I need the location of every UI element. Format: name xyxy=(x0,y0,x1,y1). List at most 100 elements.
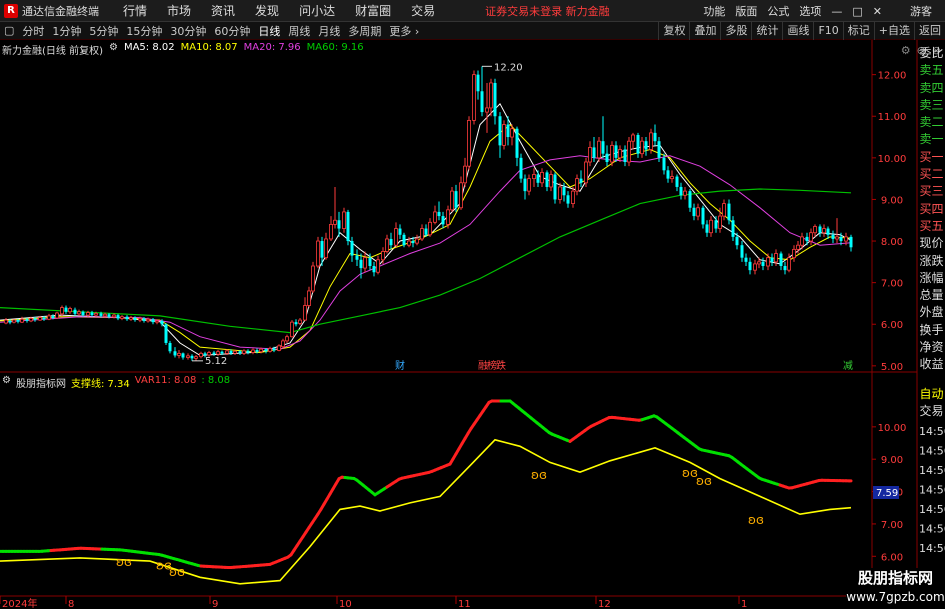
side-label[interactable]: 总量 xyxy=(918,287,945,304)
menu-layout[interactable]: 版面 xyxy=(730,3,762,19)
menu-market[interactable]: 市场 xyxy=(157,2,201,19)
f10-button[interactable]: F10 xyxy=(813,22,842,40)
candle-body xyxy=(692,207,696,217)
side-label[interactable]: 买三 xyxy=(918,183,945,200)
settings-icon[interactable]: ⚙ xyxy=(2,375,11,389)
period-weekly[interactable]: 周线 xyxy=(284,23,314,39)
back-button[interactable]: 返回 xyxy=(914,22,945,40)
candle-body xyxy=(220,351,224,354)
var11-segment xyxy=(289,548,296,557)
candle-body xyxy=(337,220,341,229)
adjust-button[interactable]: 复权 xyxy=(658,22,689,40)
var11-segment xyxy=(691,442,698,448)
side-label[interactable]: 买一 xyxy=(918,149,945,166)
period-15min[interactable]: 15分钟 xyxy=(122,23,166,39)
settings-icon[interactable]: ⚙ xyxy=(109,42,118,56)
period-monthly[interactable]: 月线 xyxy=(314,23,344,39)
stats-button[interactable]: 统计 xyxy=(751,22,782,40)
period-multi[interactable]: 多周期 xyxy=(344,23,385,39)
candle-body xyxy=(81,311,85,316)
stock-title: 新力金融(日线 前复权) xyxy=(2,46,103,57)
overlay-button[interactable]: 叠加 xyxy=(689,22,720,40)
multi-stock-button[interactable]: 多股 xyxy=(720,22,751,40)
candle-body xyxy=(346,211,350,242)
period-intraday[interactable]: 分时 xyxy=(18,23,48,39)
var11-value: VAR11: 8.08 xyxy=(134,375,197,386)
var11-segment xyxy=(763,478,770,483)
side-label[interactable]: 外盘 xyxy=(918,304,945,321)
side-label[interactable]: 卖一 xyxy=(918,131,945,148)
side-label[interactable]: 换手 xyxy=(918,322,945,339)
sub-y-axis-label: 7.00 xyxy=(881,520,903,531)
square-icon[interactable]: ▢ xyxy=(0,24,18,37)
minimize-icon[interactable]: — xyxy=(826,5,847,18)
side-label[interactable]: 买二 xyxy=(918,166,945,183)
side-label[interactable]: 涨幅 xyxy=(918,270,945,287)
login-warning[interactable]: 证券交易未登录 新力金融 xyxy=(485,3,610,19)
trade-label[interactable]: 交易 xyxy=(918,402,945,419)
var11-segment xyxy=(685,438,692,444)
close-icon[interactable]: ✕ xyxy=(868,5,887,18)
candle-body xyxy=(194,356,198,359)
menu-formula[interactable]: 公式 xyxy=(762,3,794,19)
var11-segment xyxy=(523,411,530,418)
side-label[interactable]: 卖五 xyxy=(918,62,945,79)
menu-news[interactable]: 资讯 xyxy=(201,2,245,19)
side-label[interactable]: 卖四 xyxy=(918,80,945,97)
side-label[interactable]: 买五 xyxy=(918,218,945,235)
sub-sidepanel: 自动 交易 xyxy=(918,385,945,419)
candle-body xyxy=(298,319,302,324)
period-5min[interactable]: 5分钟 xyxy=(85,23,122,39)
candle-body xyxy=(740,245,744,258)
candle-body xyxy=(155,320,159,323)
menu-ask[interactable]: 问小达 xyxy=(289,2,345,19)
y-axis-label: 10.00 xyxy=(878,154,907,165)
candle-body xyxy=(398,228,402,235)
guest-button[interactable]: 游客 xyxy=(905,3,937,19)
candle-body xyxy=(55,312,59,319)
menu-discover[interactable]: 发现 xyxy=(245,2,289,19)
candle-body xyxy=(792,248,796,259)
var11-segment xyxy=(175,557,182,562)
side-label[interactable]: 涨跌 xyxy=(918,253,945,270)
auto-label[interactable]: 自动 xyxy=(918,385,945,402)
var11-segment xyxy=(337,475,344,481)
add-watchlist-button[interactable]: +自选 xyxy=(873,22,914,40)
var11-segment xyxy=(481,405,488,413)
var11-segment xyxy=(469,422,476,431)
candle-body xyxy=(264,349,268,352)
period-toolbar: ▢ 分时 1分钟 5分钟 15分钟 30分钟 60分钟 日线 周线 月线 多周期… xyxy=(0,22,945,40)
side-label[interactable]: 收益 xyxy=(918,356,945,373)
var11-segment xyxy=(745,467,752,473)
var11-segment xyxy=(181,559,188,564)
menu-function[interactable]: 功能 xyxy=(698,3,730,19)
period-more[interactable]: 更多 › xyxy=(385,23,423,39)
side-label[interactable]: 卖二 xyxy=(918,114,945,131)
side-label[interactable]: 卖三 xyxy=(918,97,945,114)
candle-body xyxy=(653,132,657,142)
var11-segment xyxy=(274,559,281,564)
period-1min[interactable]: 1分钟 xyxy=(48,23,85,39)
side-label[interactable]: 委比 xyxy=(918,45,945,62)
menu-options[interactable]: 选项 xyxy=(794,3,826,19)
mark-button[interactable]: 标记 xyxy=(842,22,874,40)
draw-button[interactable]: 画线 xyxy=(782,22,813,40)
candle-body xyxy=(813,226,817,234)
title-bar: R 通达信金融终端 行情 市场 资讯 发现 问小达 财富圈 交易 证券交易未登录… xyxy=(0,0,945,22)
side-label[interactable]: 净资 xyxy=(918,339,945,356)
sub-y-axis-label: 8.00 xyxy=(881,488,903,499)
candle-body xyxy=(20,318,24,323)
settings-icon[interactable]: ⚙ xyxy=(901,44,911,57)
maximize-icon[interactable]: □ xyxy=(847,5,867,18)
period-60min[interactable]: 60分钟 xyxy=(210,23,254,39)
support-value: 支撑线: 7.34 xyxy=(70,379,130,390)
kline-chart: ʚɞ ʚɞʚɞʚɞ ʚɞʚɞʚɞ 12.0011.0010.009.008.007.… xyxy=(0,40,945,609)
period-30min[interactable]: 30分钟 xyxy=(166,23,210,39)
side-label[interactable]: 现价 xyxy=(918,235,945,252)
side-label[interactable]: 买四 xyxy=(918,201,945,218)
menu-trade[interactable]: 交易 xyxy=(401,2,445,19)
menu-wealth[interactable]: 财富圈 xyxy=(345,2,401,19)
menu-quotes[interactable]: 行情 xyxy=(113,2,157,19)
period-daily[interactable]: 日线 xyxy=(254,23,284,39)
var11-segment xyxy=(517,406,524,413)
